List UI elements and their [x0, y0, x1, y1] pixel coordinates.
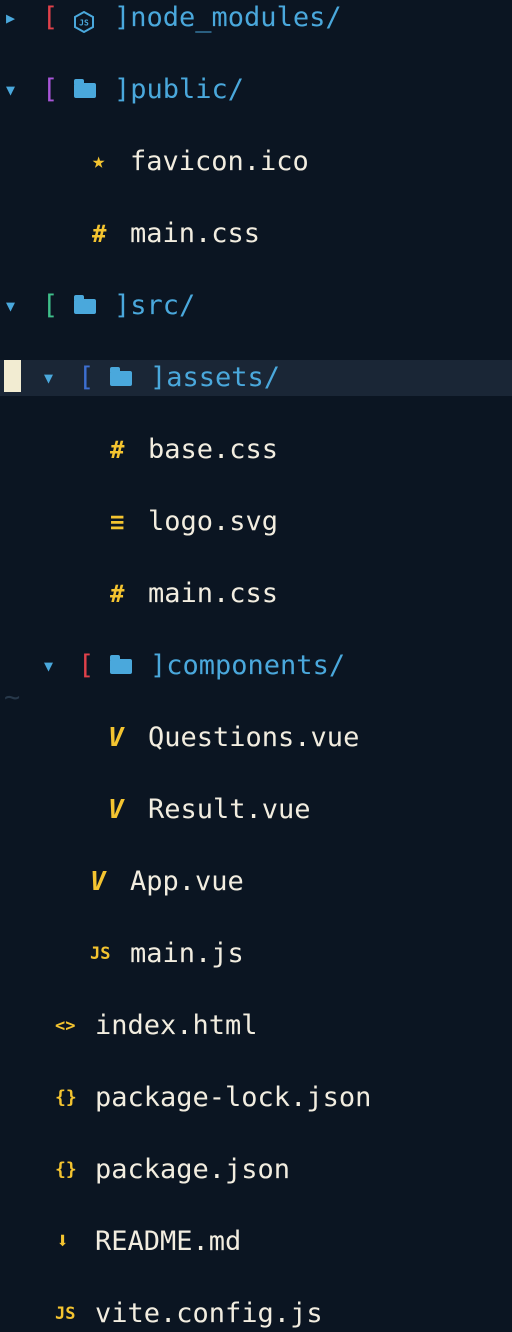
vue-icon: V [90, 867, 106, 897]
tree-item-main-js[interactable]: JS main.js [0, 936, 512, 972]
cursor-indicator [4, 360, 21, 392]
folder-label: ]src/ [114, 290, 196, 321]
json-icon: {} [55, 1159, 77, 1180]
open-bracket: [ [78, 650, 95, 681]
file-label: main.css [130, 218, 261, 249]
tree-item-assets-main-css[interactable]: # main.css [0, 576, 512, 612]
expanded-arrow-icon[interactable]: ▼ [6, 72, 15, 108]
file-tree: ▶ [ JS ]node_modules/ ▼ [ ]public/ ★ fav… [0, 0, 512, 1329]
expanded-arrow-icon[interactable]: ▼ [44, 360, 53, 396]
json-icon: {} [55, 1087, 77, 1108]
collapsed-arrow-icon[interactable]: ▶ [6, 0, 15, 36]
file-label: vite.config.js [95, 1298, 323, 1329]
open-bracket: [ [42, 74, 59, 105]
tree-item-app-vue[interactable]: V App.vue [0, 864, 512, 900]
star-icon: ★ [92, 149, 106, 174]
markdown-icon: ⬇ [56, 1229, 70, 1254]
open-bracket: [ [78, 362, 95, 393]
tree-item-package-json[interactable]: {} package.json [0, 1152, 512, 1188]
tree-item-favicon[interactable]: ★ favicon.ico [0, 144, 512, 180]
tree-item-readme-md[interactable]: ⬇ README.md [0, 1224, 512, 1260]
tree-item-components[interactable]: ▼ [ ]components/ [0, 648, 512, 684]
hash-icon: # [110, 580, 125, 608]
tree-item-package-lock-json[interactable]: {} package-lock.json [0, 1080, 512, 1116]
file-label: Questions.vue [148, 722, 360, 753]
tree-item-public[interactable]: ▼ [ ]public/ [0, 72, 512, 108]
folder-label: ]node_modules/ [114, 2, 342, 33]
folder-label: ]components/ [150, 650, 346, 681]
file-label: package.json [95, 1154, 291, 1185]
end-of-buffer-marker: ~ [4, 682, 21, 713]
open-bracket: [ [42, 290, 59, 321]
folder-icon [110, 655, 132, 674]
folder-label: ]public/ [114, 74, 245, 105]
html-icon: <> [55, 1016, 76, 1036]
file-label: Result.vue [148, 794, 311, 825]
hash-icon: # [92, 220, 107, 248]
file-label: README.md [95, 1226, 242, 1257]
tree-item-base-css[interactable]: # base.css [0, 432, 512, 468]
file-label: logo.svg [148, 506, 279, 537]
vue-icon: V [108, 723, 124, 753]
file-label: main.css [148, 578, 279, 609]
svg-text:JS: JS [79, 19, 89, 28]
tree-item-result-vue[interactable]: V Result.vue [0, 792, 512, 828]
file-label: favicon.ico [130, 146, 309, 177]
tree-item-assets[interactable]: ▼ [ ]assets/ [0, 360, 512, 396]
file-label: base.css [148, 434, 279, 465]
tree-item-public-main-css[interactable]: # main.css [0, 216, 512, 252]
tree-item-logo-svg[interactable]: ≡ logo.svg [0, 504, 512, 540]
tree-item-index-html[interactable]: <> index.html [0, 1008, 512, 1044]
folder-icon [74, 79, 96, 98]
nodejs-icon: JS [74, 7, 94, 43]
file-label: App.vue [130, 866, 244, 897]
js-icon: JS [90, 944, 111, 964]
lines-icon: ≡ [110, 508, 125, 536]
expanded-arrow-icon[interactable]: ▼ [6, 288, 15, 324]
tree-item-questions-vue[interactable]: V Questions.vue [0, 720, 512, 756]
file-label: package-lock.json [95, 1082, 372, 1113]
js-icon: JS [55, 1304, 76, 1324]
tree-item-vite-config-js[interactable]: JS vite.config.js [0, 1296, 512, 1332]
hash-icon: # [110, 436, 125, 464]
tree-item-node-modules[interactable]: ▶ [ JS ]node_modules/ [0, 0, 512, 36]
vue-icon: V [108, 795, 124, 825]
open-bracket: [ [42, 2, 59, 33]
file-label: index.html [95, 1010, 258, 1041]
tree-item-src[interactable]: ▼ [ ]src/ [0, 288, 512, 324]
folder-icon [110, 367, 132, 386]
folder-icon [74, 295, 96, 314]
folder-label: ]assets/ [150, 362, 281, 393]
expanded-arrow-icon[interactable]: ▼ [44, 648, 53, 684]
file-label: main.js [130, 938, 244, 969]
